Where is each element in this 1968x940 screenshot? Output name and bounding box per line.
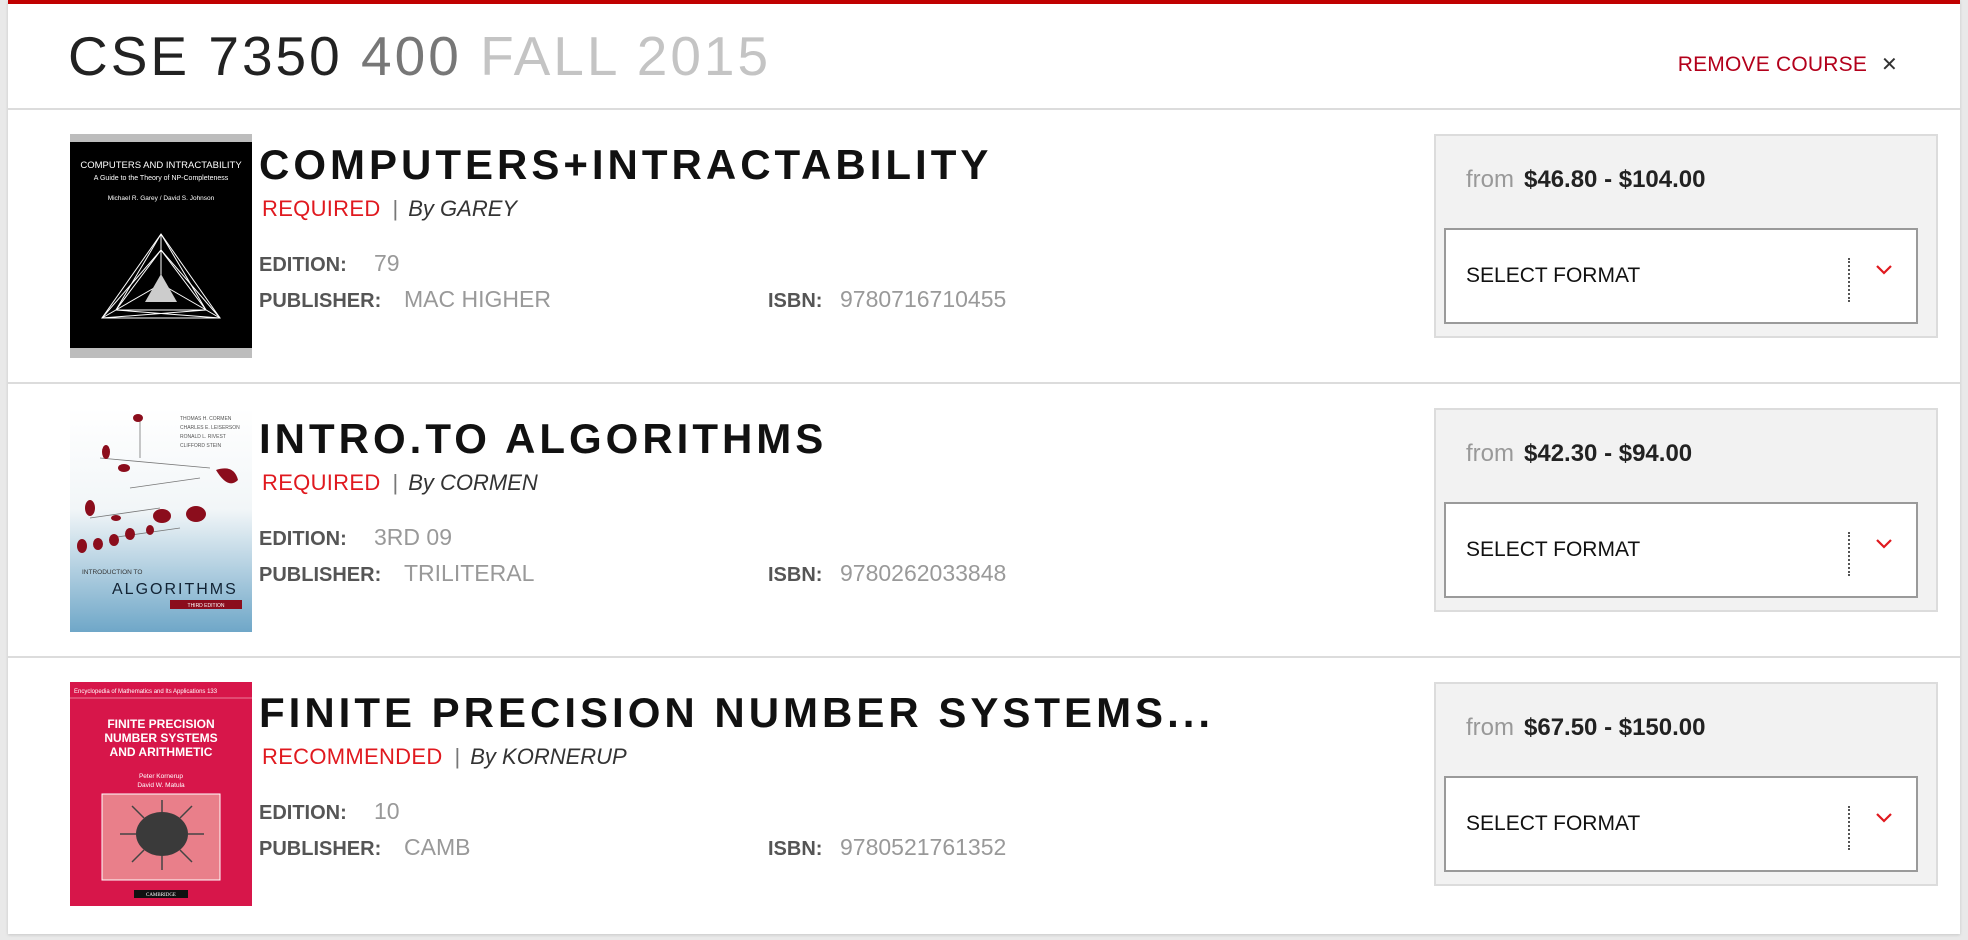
price-box: from $46.80 - $104.00 SELECT FORMAT	[1434, 134, 1938, 338]
publisher-value: MAC HIGHER	[404, 286, 551, 312]
course-section: 400	[361, 25, 462, 87]
edition-value: 3RD 09	[374, 524, 452, 550]
select-format-dropdown[interactable]: SELECT FORMAT	[1444, 776, 1918, 872]
svg-text:Michael R. Garey / David S.: Michael R. Garey / David S. Johnson	[108, 195, 215, 202]
edition-label: EDITION:	[259, 254, 347, 276]
isbn-label: ISBN:	[768, 290, 823, 312]
book-cover-image[interactable]: Encyclopedia of Mathematics and Its Appl…	[70, 682, 252, 906]
svg-text:THIRD EDITION: THIRD EDITION	[188, 603, 225, 609]
book-row: Encyclopedia of Mathematics and Its Appl…	[8, 658, 1960, 932]
edition-value: 10	[374, 798, 400, 824]
edition-label: EDITION:	[259, 802, 347, 824]
svg-text:Peter Kornerup: Peter Kornerup	[139, 773, 183, 780]
book-title[interactable]: COMPUTERS+INTRACTABILITY	[259, 140, 992, 190]
course-term: FALL 2015	[480, 25, 772, 87]
price-line: from $67.50 - $150.00	[1466, 714, 1706, 742]
edition-value: 79	[374, 250, 400, 276]
price-line: from $42.30 - $94.00	[1466, 440, 1692, 468]
svg-text:FINITE PRECISION: FINITE PRECISION	[107, 717, 214, 731]
book-row: THOMAS H. CORMEN CHARLES E. LEISERSON RO…	[8, 384, 1960, 658]
price-from-label: from	[1466, 714, 1514, 741]
book-meta: REQUIRED | By CORMEN	[262, 470, 538, 496]
price-line: from $46.80 - $104.00	[1466, 166, 1706, 194]
book-meta: REQUIRED | By GAREY	[262, 196, 517, 222]
dropdown-divider	[1848, 258, 1850, 302]
select-format-dropdown[interactable]: SELECT FORMAT	[1444, 502, 1918, 598]
svg-text:COMPUTERS AND INTRACTABILITY: COMPUTERS AND INTRACTABILITY	[80, 160, 242, 171]
book-cover-image[interactable]: THOMAS H. CORMEN CHARLES E. LEISERSON RO…	[70, 408, 252, 632]
requirement-badge: RECOMMENDED	[262, 744, 443, 769]
svg-text:CAMBRIDGE: CAMBRIDGE	[146, 893, 176, 898]
publisher-label: PUBLISHER:	[259, 290, 382, 312]
book-cover-image[interactable]: COMPUTERS AND INTRACTABILITY A Guide to …	[70, 134, 252, 358]
meta-separator: |	[454, 744, 461, 769]
book-title[interactable]: FINITE PRECISION NUMBER SYSTEMS...	[259, 688, 1214, 738]
remove-course-label: REMOVE COURSE	[1677, 52, 1868, 76]
select-format-label: SELECT FORMAT	[1466, 812, 1641, 835]
isbn-value: 9780716710455	[840, 286, 1007, 312]
book-author: By GAREY	[408, 196, 518, 221]
publisher-label: PUBLISHER:	[259, 564, 382, 586]
book-row: COMPUTERS AND INTRACTABILITY A Guide to …	[8, 110, 1960, 384]
chevron-down-icon	[1876, 539, 1892, 549]
svg-text:AND ARITHMETIC: AND ARITHMETIC	[110, 745, 213, 759]
svg-text:CHARLES E. LEISERSON: CHARLES E. LEISERSON	[180, 425, 240, 431]
price-range: $46.80 - $104.00	[1524, 166, 1706, 193]
cover-finite-precision: Encyclopedia of Mathematics and Its Appl…	[70, 682, 252, 906]
course-dept-number: CSE 7350	[68, 25, 343, 87]
select-format-label: SELECT FORMAT	[1466, 264, 1641, 287]
svg-text:NUMBER SYSTEMS: NUMBER SYSTEMS	[104, 731, 217, 745]
edition-label: EDITION:	[259, 528, 347, 550]
svg-text:THOMAS H. CORMEN: THOMAS H. CORMEN	[180, 416, 232, 422]
select-format-label: SELECT FORMAT	[1466, 538, 1641, 561]
remove-course-button[interactable]: REMOVE COURSE ✕	[1678, 52, 1898, 77]
svg-text:RONALD L. RIVEST: RONALD L. RIVEST	[180, 434, 226, 440]
price-box: from $67.50 - $150.00 SELECT FORMAT	[1434, 682, 1938, 886]
publisher-value: TRILITERAL	[404, 560, 535, 586]
price-range: $42.30 - $94.00	[1524, 440, 1693, 467]
isbn-value: 9780521761352	[840, 834, 1007, 860]
chevron-down-icon	[1876, 265, 1892, 275]
requirement-badge: REQUIRED	[262, 196, 381, 221]
course-title: CSE 7350 400 FALL 2015	[68, 24, 771, 88]
price-from-label: from	[1466, 440, 1514, 467]
dropdown-divider	[1848, 532, 1850, 576]
price-box: from $42.30 - $94.00 SELECT FORMAT	[1434, 408, 1938, 612]
isbn-label: ISBN:	[768, 838, 823, 860]
meta-separator: |	[392, 470, 399, 495]
book-meta: RECOMMENDED | By KORNERUP	[262, 744, 627, 770]
select-format-dropdown[interactable]: SELECT FORMAT	[1444, 228, 1918, 324]
book-author: By KORNERUP	[470, 744, 627, 769]
cover-intro-algorithms: THOMAS H. CORMEN CHARLES E. LEISERSON RO…	[70, 408, 252, 632]
svg-text:Encyclopedia of Mathematics an: Encyclopedia of Mathematics and Its Appl…	[74, 689, 218, 695]
svg-text:INTRODUCTION TO: INTRODUCTION TO	[82, 569, 142, 576]
isbn-label: ISBN:	[768, 564, 823, 586]
dropdown-divider	[1848, 806, 1850, 850]
price-from-label: from	[1466, 166, 1514, 193]
svg-text:CLIFFORD STEIN: CLIFFORD STEIN	[180, 443, 222, 449]
book-title[interactable]: INTRO.TO ALGORITHMS	[259, 414, 827, 464]
svg-text:A Guide to the Theory of NP-Co: A Guide to the Theory of NP-Completeness	[94, 175, 229, 182]
course-panel: CSE 7350 400 FALL 2015 REMOVE COURSE ✕ C…	[8, 0, 1960, 934]
course-header: CSE 7350 400 FALL 2015 REMOVE COURSE ✕	[8, 4, 1960, 110]
isbn-value: 9780262033848	[840, 560, 1007, 586]
cover-computers-intractability: COMPUTERS AND INTRACTABILITY A Guide to …	[70, 142, 252, 348]
svg-text:ALGORITHMS: ALGORITHMS	[112, 581, 238, 598]
book-author: By CORMEN	[408, 470, 538, 495]
publisher-value: CAMB	[404, 834, 471, 860]
svg-text:David W. Matula: David W. Matula	[137, 782, 185, 789]
close-icon: ✕	[1881, 54, 1898, 76]
publisher-label: PUBLISHER:	[259, 838, 382, 860]
chevron-down-icon	[1876, 813, 1892, 823]
requirement-badge: REQUIRED	[262, 470, 381, 495]
meta-separator: |	[392, 196, 399, 221]
price-range: $67.50 - $150.00	[1524, 714, 1706, 741]
